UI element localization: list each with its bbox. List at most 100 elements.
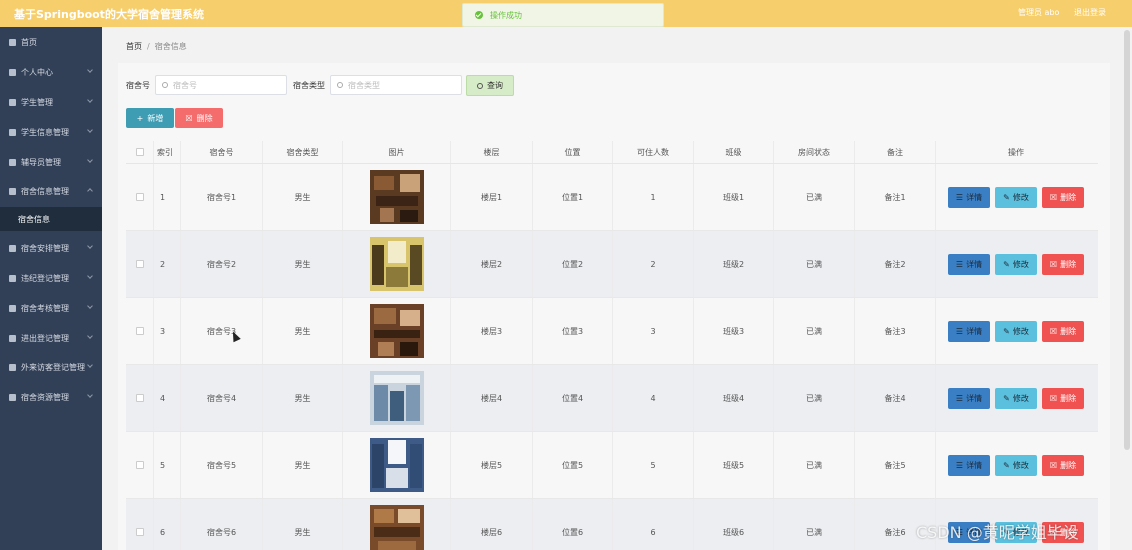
room-number-input-wrap[interactable] (155, 75, 287, 95)
table-row: 3 宿舍号3 男生 楼层3 位置3 3 班级3 已满 备注3 ☰ 详情 ✎ 修改 ☒… (126, 298, 1098, 365)
cell-class: 班级5 (694, 432, 774, 498)
sidebar-item-profile[interactable]: 个人中心 (0, 59, 102, 85)
row-delete-button[interactable]: ☒ 删除 (1042, 454, 1084, 476)
edit-button[interactable]: ✎ 修改 (995, 186, 1037, 208)
cell-capacity: 1 (613, 164, 694, 230)
sidebar-item-counselors[interactable]: 辅导员管理 (0, 149, 102, 175)
col-status: 房间状态 (774, 141, 855, 163)
cell-actions: ☰ 详情 ✎ 修改 ☒ 删除 (936, 365, 1096, 431)
cell-floor: 楼层3 (451, 298, 533, 364)
detail-button[interactable]: ☰ 详情 (948, 320, 990, 342)
cell-capacity: 3 (613, 298, 694, 364)
cell-type: 男生 (263, 432, 343, 498)
cell-floor: 楼层4 (451, 365, 533, 431)
room-type-input-wrap[interactable] (330, 75, 462, 95)
detail-button[interactable]: ☰ 详情 (948, 387, 990, 409)
menu-icon (9, 98, 16, 106)
edit-button[interactable]: ✎ 修改 (995, 253, 1037, 275)
sidebar-item-violations[interactable]: 违纪登记管理 (0, 265, 102, 291)
sidebar-item-dorm-arrange[interactable]: 宿舍安排管理 (0, 235, 102, 261)
dorm-photo[interactable] (369, 438, 424, 492)
breadcrumb-home[interactable]: 首页 (126, 42, 142, 51)
dorm-photo[interactable] (369, 237, 424, 291)
table-header: 索引 宿舍号 宿舍类型 图片 楼层 位置 可住人数 班级 房间状态 备注 操作 (126, 141, 1098, 164)
trash-icon: ☒ (1049, 460, 1058, 470)
search-icon (162, 82, 168, 88)
sidebar-subitem-dorm-info[interactable]: 宿舍信息 (0, 207, 102, 231)
edit-button[interactable]: ✎ 修改 (995, 320, 1037, 342)
row-select-cell (126, 365, 154, 431)
chevron-down-icon (87, 303, 93, 309)
row-checkbox[interactable] (135, 327, 144, 335)
gear-icon (9, 334, 16, 342)
room-number-input[interactable] (173, 80, 273, 90)
cell-status: 已满 (774, 432, 855, 498)
sidebar-item-home[interactable]: 首页 (0, 29, 102, 55)
cell-actions: ☰ 详情 ✎ 修改 ☒ 删除 (936, 298, 1096, 364)
cell-position: 位置2 (533, 231, 613, 297)
cell-image (343, 298, 451, 364)
row-checkbox[interactable] (135, 528, 144, 536)
search-icon (337, 82, 343, 88)
sidebar-item-assessment[interactable]: 宿舍考核管理 (0, 295, 102, 321)
cell-image (343, 499, 451, 550)
page-scrollbar[interactable] (1124, 30, 1130, 450)
cell-room: 宿舍号6 (181, 499, 263, 550)
cell-room: 宿舍号4 (181, 365, 263, 431)
add-button[interactable]: + 新增 (126, 108, 174, 128)
logout-link[interactable]: 退出登录 (1074, 7, 1106, 18)
table-row: 1 宿舍号1 男生 楼层1 位置1 1 班级1 已满 备注1 ☰ 详情 ✎ 修改 ☒… (126, 164, 1098, 231)
col-actions: 操作 (1008, 147, 1024, 157)
delete-button[interactable]: ☒ 删除 (175, 108, 223, 128)
document-icon: ☰ (955, 393, 964, 403)
query-button[interactable]: 查询 (466, 75, 514, 96)
row-checkbox[interactable] (135, 193, 144, 201)
row-checkbox[interactable] (135, 260, 144, 268)
chevron-down-icon (87, 67, 93, 73)
cell-index: 1 (154, 164, 181, 230)
dorm-photo[interactable] (369, 170, 424, 224)
cell-class: 班级3 (694, 298, 774, 364)
dorm-photo[interactable] (369, 371, 424, 425)
row-checkbox[interactable] (135, 394, 144, 402)
row-delete-button[interactable]: ☒ 删除 (1042, 320, 1084, 342)
sidebar-item-student-info[interactable]: 学生信息管理 (0, 119, 102, 145)
sidebar-item-resources[interactable]: 宿舍资源管理 (0, 384, 102, 410)
app-title: 基于Springboot的大学宿舍管理系统 (14, 8, 204, 21)
cell-note: 备注3 (855, 298, 936, 364)
detail-button[interactable]: ☰ 详情 (948, 454, 990, 476)
table-row: 5 宿舍号5 男生 楼层5 位置5 5 班级5 已满 备注5 ☰ 详情 ✎ 修改 ☒… (126, 432, 1098, 499)
sidebar-item-access-log[interactable]: 进出登记管理 (0, 325, 102, 351)
location-icon (9, 393, 16, 401)
sidebar-item-visitors[interactable]: 外来访客登记管理 (0, 354, 102, 380)
edit-icon: ✎ (1003, 393, 1010, 403)
row-checkbox[interactable] (135, 461, 144, 469)
cell-index: 4 (154, 365, 181, 431)
detail-button[interactable]: ☰ 详情 (948, 253, 990, 275)
chart-icon (9, 274, 16, 282)
sidebar-item-students[interactable]: 学生管理 (0, 89, 102, 115)
sidebar-item-dorm-info[interactable]: 宿舍信息管理 (0, 178, 102, 204)
dorm-photo[interactable] (369, 304, 424, 358)
row-select-cell (126, 432, 154, 498)
trash-icon: ☒ (1049, 259, 1058, 269)
dorm-photo[interactable] (369, 505, 424, 550)
search-icon (477, 82, 483, 89)
select-all-checkbox[interactable] (135, 148, 144, 156)
cell-capacity: 2 (613, 231, 694, 297)
row-delete-button[interactable]: ☒ 删除 (1042, 186, 1084, 208)
cell-position: 位置5 (533, 432, 613, 498)
row-delete-button[interactable]: ☒ 删除 (1042, 253, 1084, 275)
edit-button[interactable]: ✎ 修改 (995, 387, 1037, 409)
current-user: 管理员 abo (1018, 8, 1060, 17)
document-icon: ☰ (955, 326, 964, 336)
detail-button[interactable]: ☰ 详情 (948, 186, 990, 208)
cell-note: 备注2 (855, 231, 936, 297)
room-type-input[interactable] (348, 80, 448, 90)
row-select-cell (126, 164, 154, 230)
edit-button[interactable]: ✎ 修改 (995, 454, 1037, 476)
row-delete-button[interactable]: ☒ 删除 (1042, 387, 1084, 409)
trash-icon: ☒ (185, 113, 193, 123)
main-content: 首页 / 宿舍信息 宿舍号 宿舍类型 查询 +新增 ☒删除 索引 宿舍号 宿舍类型 … (102, 27, 1132, 550)
chevron-down-icon (87, 243, 93, 249)
